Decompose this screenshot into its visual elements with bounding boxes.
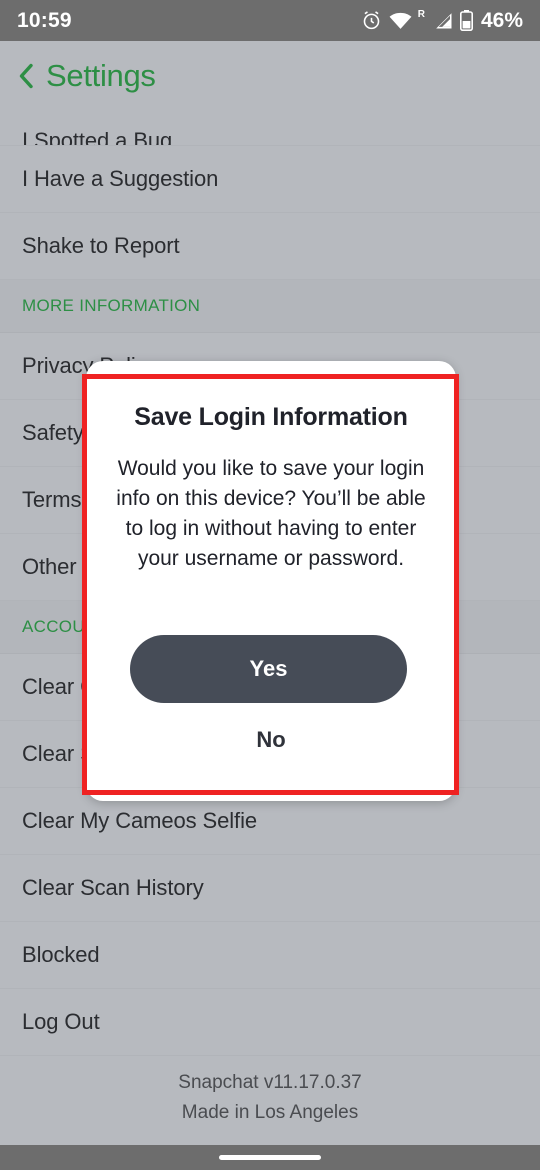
page-title: Settings [46,57,156,93]
system-navigation-bar [0,1145,540,1170]
list-item[interactable]: I Have a Suggestion [0,146,540,213]
status-bar: 10:59 R 46% [0,0,540,41]
app-version-footer: Snapchat v11.17.0.37 Made in Los Angeles [0,1068,540,1128]
dialog-body-text: Would you like to save your login info o… [116,457,426,570]
navigation-header: Settings [0,41,540,110]
save-login-information-dialog: Save Login Information Would you like to… [86,361,456,801]
list-item[interactable]: Log Out [0,989,540,1056]
cellular-signal-icon [436,12,452,28]
roaming-indicator: R [417,9,425,20]
wifi-icon [389,12,412,29]
list-item-label: I Have a Suggestion [22,166,219,191]
made-in-label: Made in Los Angeles [181,1102,359,1123]
battery-percent-label: 46% [480,8,523,32]
list-item-label: Blocked [22,942,100,967]
list-item[interactable]: Shake to Report [0,213,540,280]
list-item[interactable]: I Spotted a Bug [0,110,540,146]
phone-screen: 10:59 R 46% Settings I Spotted a Bug I H… [0,0,540,1170]
home-pill-indicator[interactable] [219,1155,321,1160]
list-item-label: Shake to Report [22,233,180,258]
status-clock: 10:59 [17,8,72,32]
list-item[interactable]: Blocked [0,922,540,989]
app-version-label: Snapchat v11.17.0.37 [178,1072,362,1093]
section-header-label: MORE INFORMATION [22,296,201,315]
battery-icon [459,10,473,31]
dialog-title: Save Login Information [134,403,408,431]
status-icon-group: R 46% [361,9,523,33]
section-header-more-information: MORE INFORMATION [0,280,540,333]
list-item-label: Clear My Cameos Selfie [22,808,257,833]
yes-button[interactable]: Yes [130,635,407,703]
no-button[interactable]: No [86,727,456,753]
list-item-label: Log Out [22,1009,100,1034]
list-item-label: I Spotted a Bug [22,128,173,146]
chevron-left-icon[interactable] [18,63,34,89]
list-item[interactable]: Clear Scan History [0,855,540,922]
list-item-label: Clear Scan History [22,875,204,900]
alarm-icon [363,11,380,30]
